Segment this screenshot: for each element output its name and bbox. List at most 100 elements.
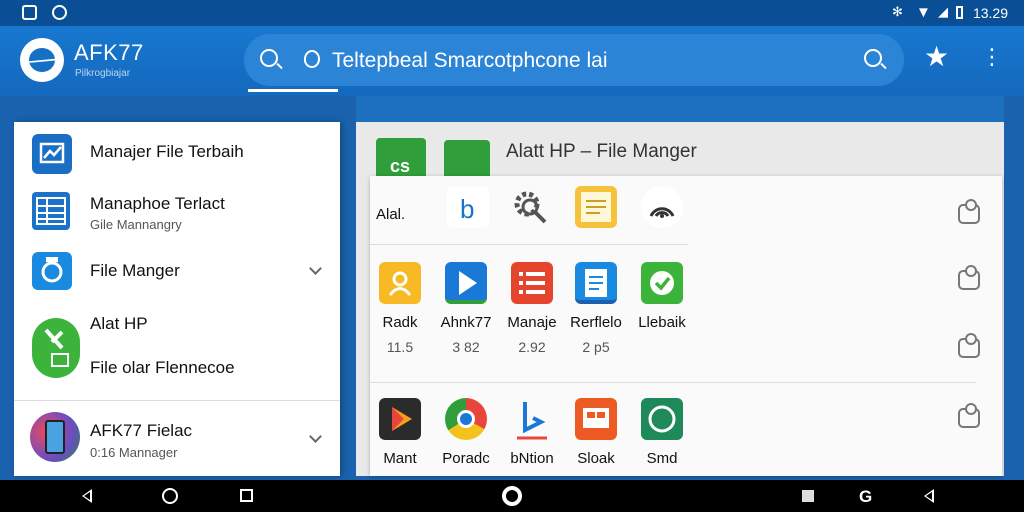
app-name: Ahnk77	[440, 314, 492, 331]
home-button-icon[interactable]	[502, 486, 522, 506]
chrome-icon	[445, 398, 487, 440]
app-tile[interactable]: Smd	[632, 398, 692, 467]
app-tile[interactable]	[566, 186, 626, 228]
search-input[interactable]: Teltepbeal Smarcotphcone lai	[332, 49, 608, 73]
app-bar: AFK77 Pilkrogbiajar Teltepbeal Smarcotph…	[0, 26, 1024, 96]
navigation-drawer: Manajer File Terbaih Manaphoe Terlact Gi…	[14, 122, 340, 476]
app-tile[interactable]: Rerflelo 2 p5	[566, 262, 626, 355]
back-icon[interactable]	[924, 489, 934, 503]
extension-icon[interactable]	[958, 333, 980, 358]
app-grid-card: Alal. b Radk 11.5 Ahnk77 3 82 Manaje 2.9…	[370, 176, 1002, 476]
app-name: Poradc	[442, 450, 490, 467]
drawer-item-label: AFK77 Fielac	[90, 421, 193, 440]
app-tile[interactable]: Llebaik	[632, 262, 692, 331]
extension-icon[interactable]	[958, 265, 980, 290]
tools-icon	[32, 318, 80, 378]
app-tile[interactable]: Radk 11.5	[370, 262, 430, 355]
drawer-item-label: Alat HP	[90, 314, 148, 333]
circle-app-icon	[641, 398, 683, 440]
app-name: bNtion	[510, 450, 554, 467]
notes-icon	[575, 186, 617, 228]
play-icon	[445, 262, 487, 304]
app-size: 11.5	[386, 339, 414, 355]
search-icon[interactable]	[260, 49, 278, 67]
app-name: Manaje	[507, 314, 557, 331]
phone-icon	[30, 412, 80, 462]
play-store-icon	[379, 398, 421, 440]
wifi-icon: ▼	[916, 4, 931, 21]
chevron-down-icon[interactable]	[309, 430, 322, 443]
svg-text:cs: cs	[390, 156, 410, 176]
slides-icon	[575, 398, 617, 440]
drawer-item-alat-hp[interactable]: Alat HP File olar Flennecoe	[14, 308, 340, 384]
notification-icon	[22, 5, 37, 20]
row-divider	[370, 244, 688, 245]
app-name: Smd	[646, 450, 678, 467]
sync-icon	[52, 5, 67, 20]
stop-icon[interactable]	[802, 490, 814, 502]
app-tile[interactable]: Sloak	[566, 398, 626, 467]
back-icon[interactable]	[82, 489, 92, 503]
recents-icon[interactable]	[240, 489, 253, 502]
drawer-item-afk77[interactable]: AFK77 Fielac 0:16 Mannager	[14, 406, 340, 466]
extension-icon[interactable]	[958, 403, 980, 428]
app-name: Sloak	[577, 450, 615, 467]
folder-user-icon	[379, 262, 421, 304]
app-tile[interactable]: Ahnk77 3 82	[436, 262, 496, 355]
app-size: 2 p5	[582, 339, 610, 355]
app-name: Llebaik	[638, 314, 686, 331]
battery-icon	[956, 6, 963, 19]
app-tile[interactable]	[500, 186, 560, 228]
drawer-item-sublabel: Gile Mannangry	[90, 217, 182, 232]
overflow-menu-icon[interactable]: ⋮	[981, 46, 1003, 74]
app-name: Rerflelo	[570, 314, 622, 331]
drawer-item-file-manger[interactable]: File Manger	[14, 248, 340, 304]
drawer-item-manajer-file[interactable]: Manajer File Terbaih	[14, 130, 340, 186]
search-bar[interactable]: Teltepbeal Smarcotphcone lai	[244, 34, 904, 86]
svg-text:b: b	[460, 194, 474, 224]
card-header-label: Alal.	[376, 206, 406, 223]
drawer-item-manaphoe[interactable]: Manaphoe Terlact Gile Mannangry	[14, 186, 340, 246]
system-nav-bar: G	[0, 480, 1024, 512]
app-tile[interactable]: bNtion	[502, 398, 562, 467]
star-icon[interactable]: ★	[924, 43, 949, 71]
vibrate-icon: ✻	[892, 4, 903, 19]
chrome-center	[457, 410, 475, 428]
app-logo-icon[interactable]	[20, 38, 64, 82]
check-icon	[641, 262, 683, 304]
analytics-icon	[32, 134, 72, 174]
row-divider	[370, 382, 976, 383]
drawer-item-label: Manaphoe Terlact	[90, 194, 225, 213]
drawer-item-sublabel: File olar Flennecoe	[90, 358, 235, 377]
document-icon	[575, 262, 617, 304]
clock: 13.29	[972, 5, 1008, 21]
bing-icon	[511, 398, 553, 440]
app-name: Radk	[382, 314, 418, 331]
chevron-down-icon[interactable]	[309, 262, 322, 275]
search-underline	[248, 89, 338, 92]
gear-search-icon	[509, 186, 551, 228]
voice-search-icon[interactable]	[304, 50, 320, 68]
app-tile[interactable]	[632, 186, 692, 228]
brand-name: AFK77	[74, 40, 144, 65]
list-icon	[511, 262, 553, 304]
phone-screen	[45, 420, 65, 454]
extension-icon[interactable]	[958, 199, 980, 224]
app-tile[interactable]: Mant	[370, 398, 430, 467]
app-tile[interactable]: Manaje 2.92	[502, 262, 562, 355]
drawer-item-label: File Manger	[90, 261, 180, 280]
tab-strip	[356, 96, 1004, 122]
app-size: 3 82	[452, 339, 480, 355]
app-name: Mant	[383, 450, 417, 467]
drawer-item-label: Manajer File Terbaih	[90, 142, 244, 161]
brand-subtitle: Pilkrogbiajar	[75, 68, 131, 79]
app-tile[interactable]: Poradc	[436, 398, 496, 467]
drawer-item-sublabel: 0:16 Mannager	[90, 445, 178, 460]
app-tile[interactable]: b	[438, 186, 498, 228]
search-submit-icon[interactable]	[864, 49, 882, 67]
signal-icon: ◢	[938, 4, 948, 19]
camera-icon	[32, 252, 72, 290]
app-size: 2.92	[518, 339, 546, 355]
google-icon[interactable]: G	[859, 487, 872, 507]
home-icon[interactable]	[162, 488, 178, 504]
